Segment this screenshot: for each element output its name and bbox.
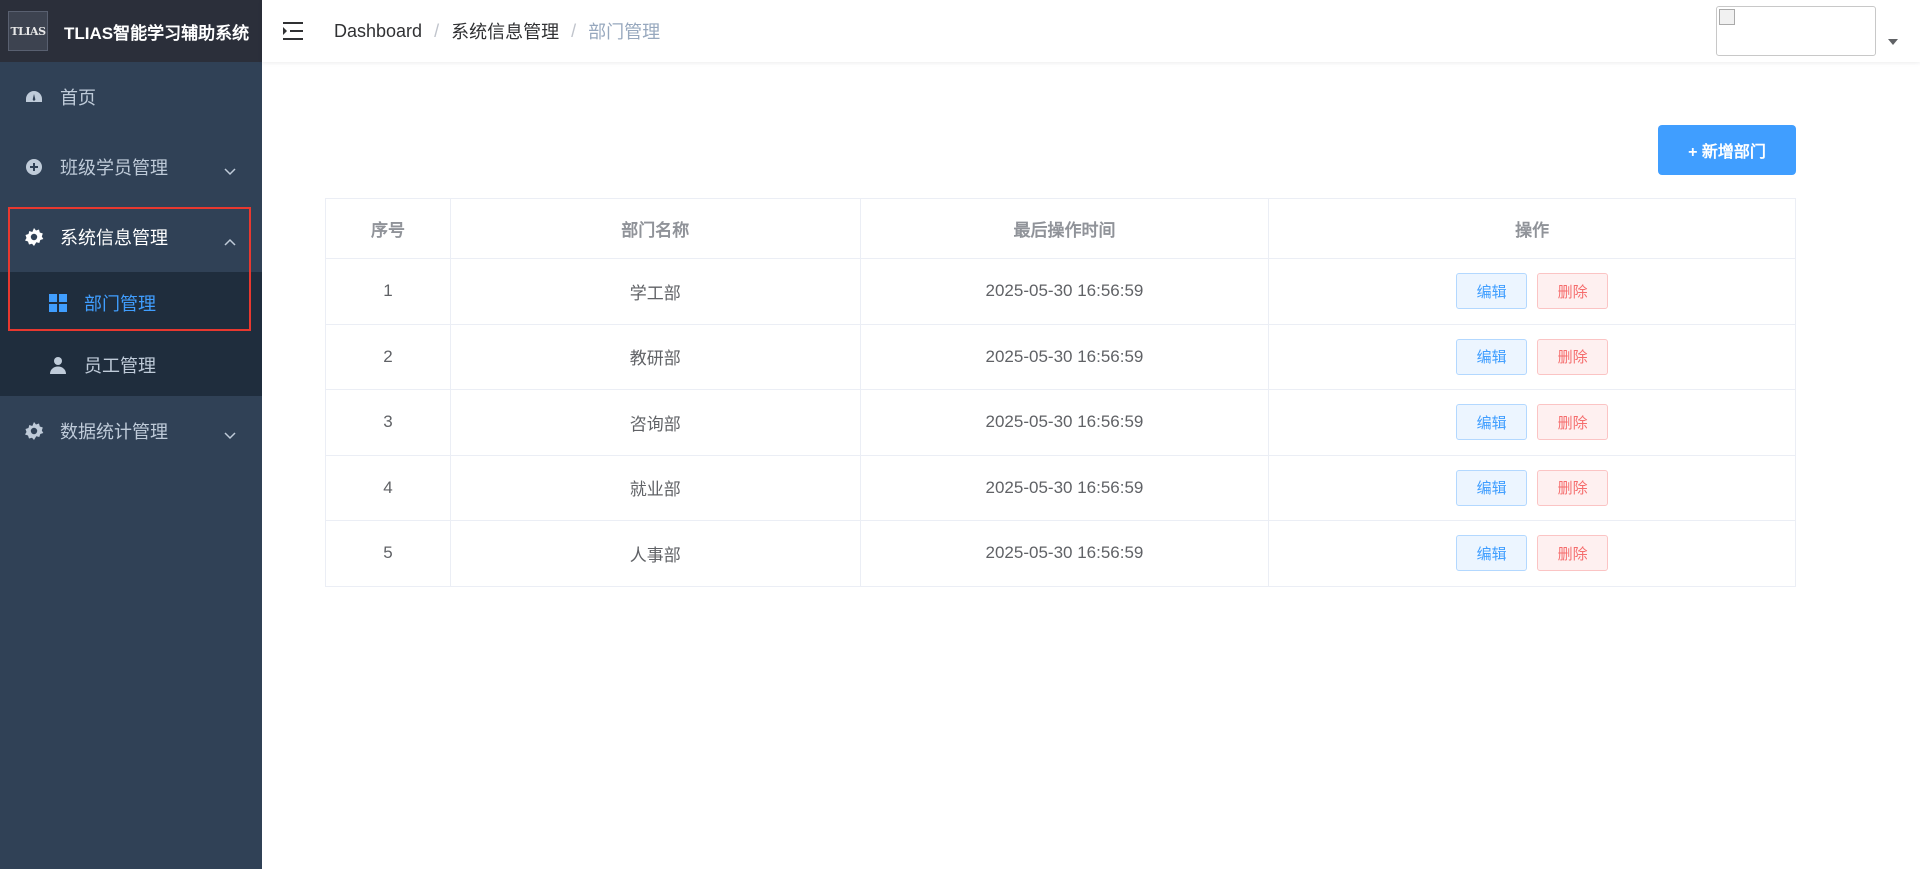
app-title: TLIAS智能学习辅助系统 [64, 23, 250, 43]
avatar[interactable] [1716, 6, 1876, 56]
caret-down-icon[interactable] [1888, 32, 1898, 50]
user-menu[interactable] [1716, 6, 1898, 56]
cell-index: 5 [325, 520, 451, 587]
cell-time: 2025-05-30 16:56:59 [859, 389, 1270, 456]
edit-button[interactable]: 编辑 [1456, 469, 1528, 506]
column-header-name: 部门名称 [449, 198, 861, 259]
cell-name: 就业部 [449, 454, 861, 521]
logo-image: TLIAS [8, 11, 48, 51]
sidebar-item-statistics[interactable]: 数据统计管理 [0, 396, 262, 466]
cell-actions: 编辑 删除 [1268, 258, 1796, 325]
gear-icon [24, 421, 44, 441]
chevron-down-icon [224, 424, 236, 445]
add-department-button[interactable]: + 新增部门 [1658, 125, 1796, 175]
cell-actions: 编辑 删除 [1268, 323, 1796, 390]
sidebar-item-label: 系统信息管理 [60, 228, 168, 248]
edit-button[interactable]: 编辑 [1456, 535, 1528, 572]
sidebar-item-label: 首页 [60, 88, 96, 108]
sidebar: TLIAS TLIAS智能学习辅助系统 首页 班级学员管理 系统信息管理 部门管… [0, 0, 262, 869]
submenu-system-info: 部门管理 员工管理 [0, 272, 262, 396]
delete-button[interactable]: 删除 [1537, 404, 1609, 441]
table-row: 1 学工部 2025-05-30 16:56:59 编辑 删除 [325, 258, 1796, 325]
sidebar-item-system-info[interactable]: 系统信息管理 [0, 202, 262, 272]
sidebar-item-class-students[interactable]: 班级学员管理 [0, 132, 262, 202]
table-row: 2 教研部 2025-05-30 16:56:59 编辑 删除 [325, 323, 1796, 390]
cell-actions: 编辑 删除 [1268, 454, 1796, 521]
sidebar-item-label: 班级学员管理 [60, 158, 168, 178]
logo-bar: TLIAS TLIAS智能学习辅助系统 [0, 0, 262, 62]
table-row: 4 就业部 2025-05-30 16:56:59 编辑 删除 [325, 454, 1796, 521]
broken-image-icon [1719, 9, 1735, 25]
sidebar-item-label: 员工管理 [84, 356, 156, 376]
sidebar-item-home[interactable]: 首页 [0, 62, 262, 132]
cell-name: 人事部 [449, 520, 861, 587]
cell-name: 咨询部 [449, 389, 861, 456]
circle-plus-icon [24, 157, 44, 177]
table-row: 3 咨询部 2025-05-30 16:56:59 编辑 删除 [325, 389, 1796, 456]
delete-button[interactable]: 删除 [1537, 338, 1609, 375]
sidebar-item-label: 数据统计管理 [60, 422, 168, 442]
cell-actions: 编辑 删除 [1268, 520, 1796, 587]
user-icon [48, 355, 68, 375]
delete-button[interactable]: 删除 [1537, 535, 1609, 572]
gear-icon [24, 227, 44, 247]
hamburger-toggle-icon[interactable] [282, 19, 306, 43]
breadcrumb-item-system-info[interactable]: 系统信息管理 [451, 18, 559, 44]
breadcrumb-separator: / [571, 20, 577, 41]
sidebar-item-employee[interactable]: 员工管理 [0, 334, 262, 396]
edit-button[interactable]: 编辑 [1456, 338, 1528, 375]
edit-button[interactable]: 编辑 [1456, 273, 1528, 310]
cell-time: 2025-05-30 16:56:59 [859, 454, 1270, 521]
table-header-row: 序号 部门名称 最后操作时间 操作 [325, 198, 1796, 259]
cell-time: 2025-05-30 16:56:59 [859, 323, 1270, 390]
table-row: 5 人事部 2025-05-30 16:56:59 编辑 删除 [325, 520, 1796, 587]
cell-index: 1 [325, 258, 451, 325]
sidebar-item-department[interactable]: 部门管理 [0, 272, 262, 334]
top-navbar: Dashboard / 系统信息管理 / 部门管理 [262, 0, 1920, 62]
cell-name: 教研部 [449, 323, 861, 390]
department-table: 序号 部门名称 最后操作时间 操作 1 学工部 2025-05-30 16:56… [325, 198, 1796, 587]
cell-name: 学工部 [449, 258, 861, 325]
column-header-index: 序号 [325, 198, 451, 259]
cell-index: 2 [325, 323, 451, 390]
cell-actions: 编辑 删除 [1268, 389, 1796, 456]
breadcrumb-separator: / [434, 20, 440, 41]
breadcrumb-item-dashboard[interactable]: Dashboard [334, 21, 422, 42]
chevron-up-icon [224, 230, 236, 251]
cell-index: 4 [325, 454, 451, 521]
cell-index: 3 [325, 389, 451, 456]
cell-time: 2025-05-30 16:56:59 [859, 520, 1270, 587]
column-header-time: 最后操作时间 [859, 198, 1270, 259]
sidebar-item-label: 部门管理 [84, 294, 156, 314]
column-header-actions: 操作 [1268, 198, 1796, 259]
breadcrumb-item-current: 部门管理 [588, 22, 661, 42]
edit-button[interactable]: 编辑 [1456, 404, 1528, 441]
cell-time: 2025-05-30 16:56:59 [859, 258, 1270, 325]
grid-icon [48, 293, 68, 313]
breadcrumb: Dashboard / 系统信息管理 / 部门管理 [334, 18, 660, 44]
delete-button[interactable]: 删除 [1537, 273, 1609, 310]
delete-button[interactable]: 删除 [1537, 469, 1609, 506]
chevron-down-icon [224, 160, 236, 181]
dashboard-icon [24, 87, 44, 107]
